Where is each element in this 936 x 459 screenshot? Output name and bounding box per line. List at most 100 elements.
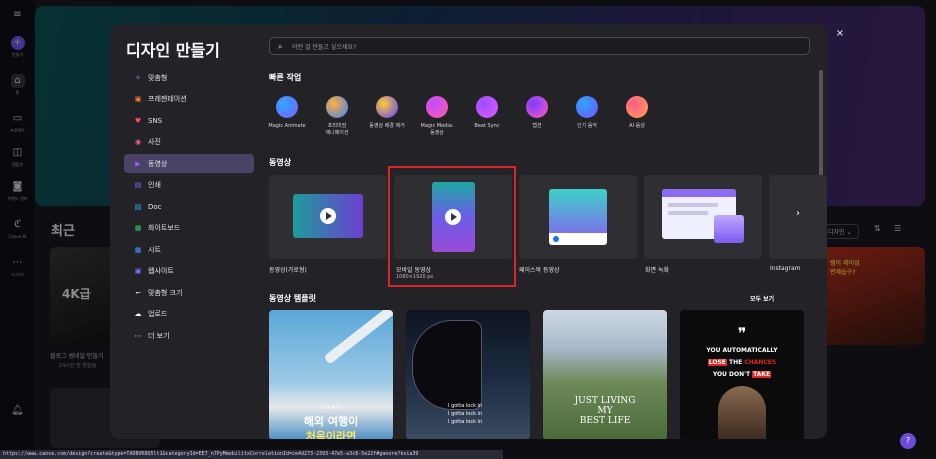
quick-action-3[interactable]: Magic Media: 동영상 [411,96,463,137]
quick-actions-title: 빠른 작업 [269,73,302,82]
template-text: 처음이라면 [305,430,357,439]
template-text: CHANCES [744,359,777,366]
quick-action-label: 캡션 [532,123,542,129]
category-icon: ♥ [134,116,142,125]
see-all-link[interactable]: 모두 보기 [750,294,774,303]
templates-title: 동영상 템플릿 [269,294,316,303]
quick-action-6[interactable]: 인기 음악 [561,96,613,130]
sidebar-item-label: 동영상 [148,159,168,168]
video-card-landscape[interactable] [269,175,387,259]
sidebar-item-8[interactable]: ▦ 시트 [124,240,254,259]
quick-action-2[interactable]: 동영상 배경 제거 [361,96,413,130]
sidebar-item-6[interactable]: ▤ Doc [124,197,254,216]
sidebar-item-3[interactable]: ◉ 사진 [124,133,254,152]
sidebar-item-1[interactable]: ▣ 프레젠테이션 [124,90,254,109]
sidebar-item-4[interactable]: ▶ 동영상 [124,154,254,173]
facebook-bar [549,233,607,245]
template-card-chances[interactable]: ❞ YOU AUTOMATICALLY LOSE THE CHANCES YOU… [680,310,804,439]
sidebar-item-10[interactable]: ⌐ 맞춤형 크기 [124,283,254,302]
video-card-label: 페이스북 동영상 [519,267,560,274]
template-card-living[interactable]: JUST LIVING MY BEST LIFE [543,310,667,439]
template-text: 해외 여행이 [303,415,359,428]
template-text: I gotta lock in [448,403,483,409]
quick-action-label: 동영상 배경 제거 [369,123,405,129]
sidebar-item-label: 시트 [148,245,161,254]
quick-action-icon [276,96,298,118]
person-photo [718,386,766,439]
template-text: MY [597,406,613,416]
quick-action-icon [326,96,348,118]
mirror-shape [412,320,482,410]
wing-shape [323,310,393,365]
sidebar-item-2[interactable]: ♥ SNS [124,111,254,130]
quick-action-4[interactable]: Beat Sync [461,96,513,130]
modal-sidebar: 디자인 만들기 ✧ 맞춤형 ▣ 프레젠테이션 ♥ SNS ◉ 사진 ▶ 동영상 ▤ 인쇄 ▤ Doc ▦ 화이… [110,24,260,439]
category-icon: ▤ [134,202,142,211]
quick-action-icon [576,96,598,118]
quick-action-label: Magic Media: 동영상 [420,123,454,136]
template-text: LOSE [707,359,727,366]
sidebar-item-label: 맞춤형 크기 [148,288,183,297]
modal-main: ⌕ 어떤 걸 만들고 싶으세요? 빠른 작업 Magic Animate 프리미엄… [260,24,827,439]
category-icon: ⌐ [135,288,141,297]
sidebar-item-0[interactable]: ✧ 맞춤형 [124,68,254,87]
sidebar-item-label: 화이트보드 [148,224,181,232]
template-text: TAKE [752,371,772,378]
quick-action-icon [426,96,448,118]
sidebar-item-label: SNS [148,116,163,125]
sidebar-item-label: 더 보기 [148,331,170,340]
quick-action-label: AI 음성 [629,123,645,129]
template-text-line: LOSE THE CHANCES [680,359,804,366]
close-icon[interactable]: × [834,28,846,40]
template-text: YOU AUTOMATICALLY [706,347,778,354]
sidebar-item-label: 프레젠테이션 [148,95,187,103]
quick-action-icon [626,96,648,118]
search-icon: ⌕ [278,41,283,51]
sidebar-item-label: Doc [148,202,162,211]
quick-action-label: 프리미엄 애니메이션 [325,123,349,136]
sidebar-item-label: 인쇄 [148,181,161,189]
template-card-travel[interactable]: 유 의 주 시 해외 여행이 처음이라면 [269,310,393,439]
category-icon: ▣ [134,95,142,103]
quick-action-7[interactable]: AI 음성 [611,96,663,130]
search-placeholder: 어떤 걸 만들고 싶으세요? [292,43,357,51]
template-text: I gotta lock in [448,411,483,417]
video-card-label: 화면 녹화 [645,267,669,274]
video-card-facebook[interactable] [519,175,637,259]
search-input[interactable]: ⌕ 어떤 걸 만들고 싶으세요? [269,37,810,55]
app-root: ≡ + 만들기 ⌂ 홈 ▭ 프로젝트 ◫ 템플릿 ◙ 브랜드 센터 ℭ Canv… [0,0,936,459]
sidebar-item-9[interactable]: ▣ 웹사이트 [124,262,254,281]
video-card-screen-record[interactable] [644,175,762,259]
video-card-label: Instagram [770,265,801,272]
template-text: YOU DON'T [712,371,751,378]
modal-title: 디자인 만들기 [126,41,220,60]
sidebar-item-label: 사진 [148,138,161,146]
selection-highlight [388,166,516,287]
quick-action-icon [376,96,398,118]
video-section-title: 동영상 [269,158,292,167]
template-text: 유 의 주 시 [321,405,341,410]
sidebar-item-label: 업로드 [148,310,168,318]
category-icon: ▣ [134,267,142,275]
category-icon: ⋯ [134,331,142,340]
template-text: BEST LIFE [579,416,631,426]
sidebar-item-12[interactable]: ⋯ 더 보기 [124,326,254,345]
create-design-modal: 디자인 만들기 ✧ 맞춤형 ▣ 프레젠테이션 ♥ SNS ◉ 사진 ▶ 동영상 ▤ 인쇄 ▤ Doc ▦ 화이… [110,24,827,439]
template-text: JUST LIVING [574,396,636,406]
category-icon: ☁ [134,310,142,318]
category-icon: ▦ [134,245,142,254]
quick-action-5[interactable]: 캡션 [511,96,563,130]
sidebar-item-11[interactable]: ☁ 업로드 [124,305,254,324]
sidebar-item-7[interactable]: ▦ 화이트보드 [124,219,254,238]
template-card-lockin[interactable]: I gotta lock in I gotta lock in I gotta … [406,310,530,439]
quick-action-1[interactable]: 프리미엄 애니메이션 [311,96,363,137]
quick-action-0[interactable]: Magic Animate [261,96,313,130]
help-button[interactable]: ? [900,433,916,449]
chevron-right-icon[interactable]: › [791,207,805,221]
category-icon: ▶ [135,159,141,168]
sidebar-item-5[interactable]: ▤ 인쇄 [124,176,254,195]
sidebar-item-label: 맞춤형 [148,73,168,82]
template-text: I gotta lock in [448,419,483,425]
modal-scrollbar[interactable] [819,70,823,180]
template-text-line: YOU DON'T TAKE [680,371,804,378]
